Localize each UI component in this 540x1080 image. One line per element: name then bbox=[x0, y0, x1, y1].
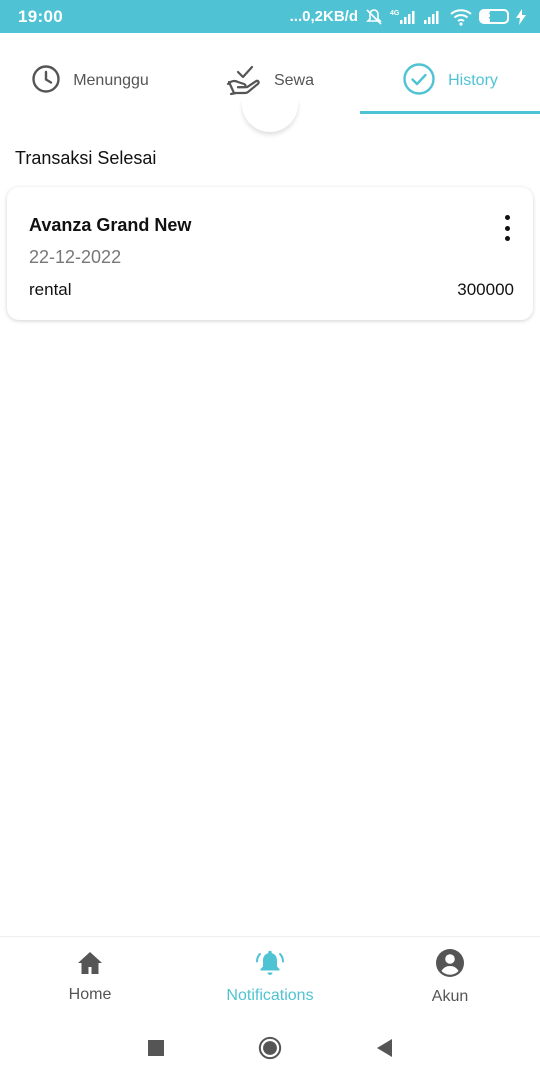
tab-history[interactable]: History bbox=[360, 48, 540, 114]
hand-check-icon bbox=[226, 62, 262, 101]
tab-label: Menunggu bbox=[73, 72, 149, 89]
tab-label: History bbox=[448, 72, 498, 89]
tab-bar-notch bbox=[242, 100, 298, 132]
status-bar: 19:00 ...0,2KB/d 4G 36 bbox=[0, 0, 540, 33]
home-circle-icon[interactable] bbox=[258, 1036, 282, 1060]
status-icons: ...0,2KB/d 4G 36 bbox=[290, 8, 526, 26]
nav-notifications[interactable]: Notifications bbox=[180, 937, 360, 1016]
clock-icon bbox=[31, 64, 61, 99]
more-vertical-icon[interactable] bbox=[495, 213, 519, 243]
system-nav bbox=[0, 1016, 540, 1080]
battery-level: 36 bbox=[488, 11, 500, 22]
vehicle-name: Avanza Grand New bbox=[29, 215, 192, 235]
check-circle-icon bbox=[402, 62, 436, 101]
charging-icon bbox=[516, 8, 526, 25]
back-icon[interactable] bbox=[372, 1036, 396, 1060]
tab-menunggu[interactable]: Menunggu bbox=[0, 48, 180, 114]
transaction-amount: 300000 bbox=[457, 280, 514, 299]
wifi-icon bbox=[450, 8, 472, 26]
mute-icon bbox=[365, 8, 383, 26]
nav-label: Home bbox=[68, 985, 112, 1003]
signal-icon bbox=[423, 8, 443, 26]
account-icon bbox=[435, 948, 465, 983]
network-speed: ...0,2KB/d bbox=[289, 8, 358, 25]
home-icon bbox=[76, 950, 104, 981]
transaction-date: 22-12-2022 bbox=[29, 247, 122, 267]
nav-label: Akun bbox=[431, 987, 469, 1005]
transaction-card[interactable]: Avanza Grand New 22-12-2022 rental 30000… bbox=[7, 187, 533, 320]
nav-label: Notifications bbox=[226, 986, 314, 1004]
recents-icon[interactable] bbox=[144, 1036, 168, 1060]
bell-icon bbox=[255, 949, 285, 982]
bottom-nav: Home Notifications Akun bbox=[0, 936, 540, 1016]
status-time: 19:00 bbox=[18, 6, 63, 26]
nav-akun[interactable]: Akun bbox=[360, 937, 540, 1016]
tab-label: Sewa bbox=[273, 72, 315, 89]
nav-home[interactable]: Home bbox=[0, 937, 180, 1016]
signal-4g-icon: 4G bbox=[390, 8, 416, 26]
section-title: Transaksi Selesai bbox=[15, 148, 157, 168]
svg-text:4G: 4G bbox=[390, 10, 400, 17]
active-tab-indicator bbox=[360, 111, 540, 114]
battery-icon: 36 bbox=[479, 9, 509, 24]
transaction-type: rental bbox=[29, 280, 72, 299]
